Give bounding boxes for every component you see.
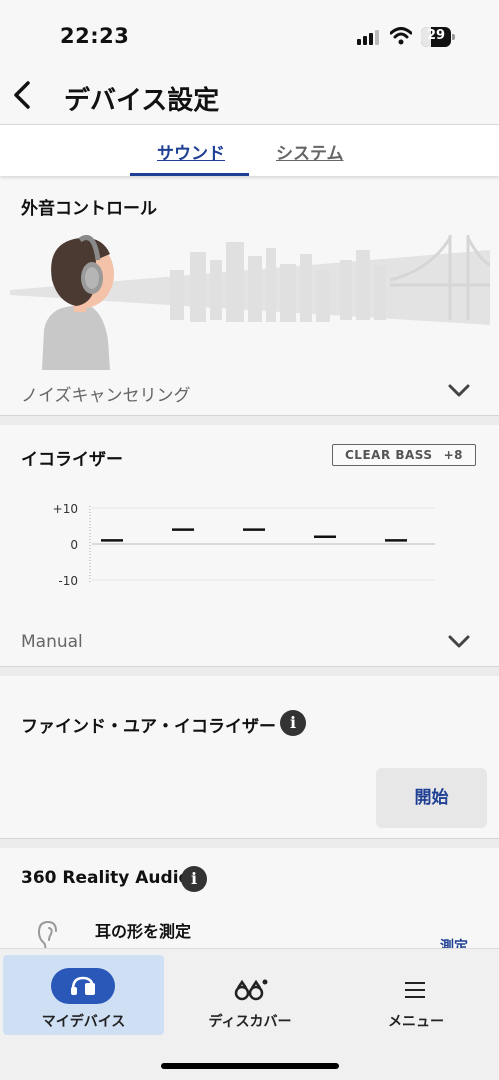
section-divider [0,838,499,848]
battery-level: 29 [426,28,446,43]
status-bar: 22:23 29 [0,0,499,70]
reality360-title: 360 Reality Audio [21,868,191,888]
start-button[interactable]: 開始 [376,768,487,828]
tab-system[interactable]: システム [276,139,344,164]
eq-tick-zero: 0 [70,538,78,552]
page-title: デバイス設定 [64,86,220,116]
tab-bar: サウンド システム [0,124,499,176]
clear-bass-label: CLEAR BASS [345,448,433,462]
info-icon[interactable]: i [280,710,306,736]
ear-measure-title: 耳の形を測定 [95,922,192,941]
headphones-icon [71,976,95,995]
nav-label-my-device: マイデバイス [41,1014,126,1030]
eq-tick-top: +10 [53,502,78,516]
eq-tick-bottom: -10 [58,574,78,588]
chevron-down-icon[interactable] [448,384,470,398]
find-eq-title: ファインド・ユア・イコライザー [21,717,276,737]
wifi-icon [390,27,412,45]
hamburger-menu-icon [405,982,425,998]
section-divider [0,415,499,425]
ambient-control-title: 外音コントロール [21,199,157,219]
info-icon[interactable]: i [181,866,207,892]
equalizer-chart[interactable]: +10 0 -10 [30,498,450,598]
nav-discover[interactable]: ディスカバー [170,955,330,1035]
nav-menu[interactable]: メニュー [336,955,496,1035]
nav-label-menu: メニュー [388,1014,444,1030]
chevron-down-icon[interactable] [448,635,470,649]
nav-label-discover: ディスカバー [208,1014,292,1030]
ambient-illustration [10,235,490,370]
status-time: 22:23 [60,24,130,48]
equalizer-title: イコライザー [21,450,123,470]
clear-bass-value: +8 [443,448,463,462]
battery-icon: 29 [421,27,455,47]
nav-my-device[interactable]: マイデバイス [3,955,164,1035]
eq-preset-value[interactable]: Manual [21,632,83,652]
clear-bass-badge[interactable]: CLEAR BASS +8 [332,444,476,466]
ambient-mode-value[interactable]: ノイズキャンセリング [21,381,191,406]
cellular-signal-icon [357,29,381,45]
active-tab-indicator [130,173,249,176]
bottom-nav: マイデバイス ディスカバー メニュー [0,948,499,1080]
home-indicator [161,1063,339,1069]
tab-sound[interactable]: サウンド [157,139,225,164]
section-divider [0,666,499,676]
chevron-left-icon[interactable] [8,78,38,112]
binoculars-icon [234,979,268,1001]
app-header: デバイス設定 [0,70,499,124]
